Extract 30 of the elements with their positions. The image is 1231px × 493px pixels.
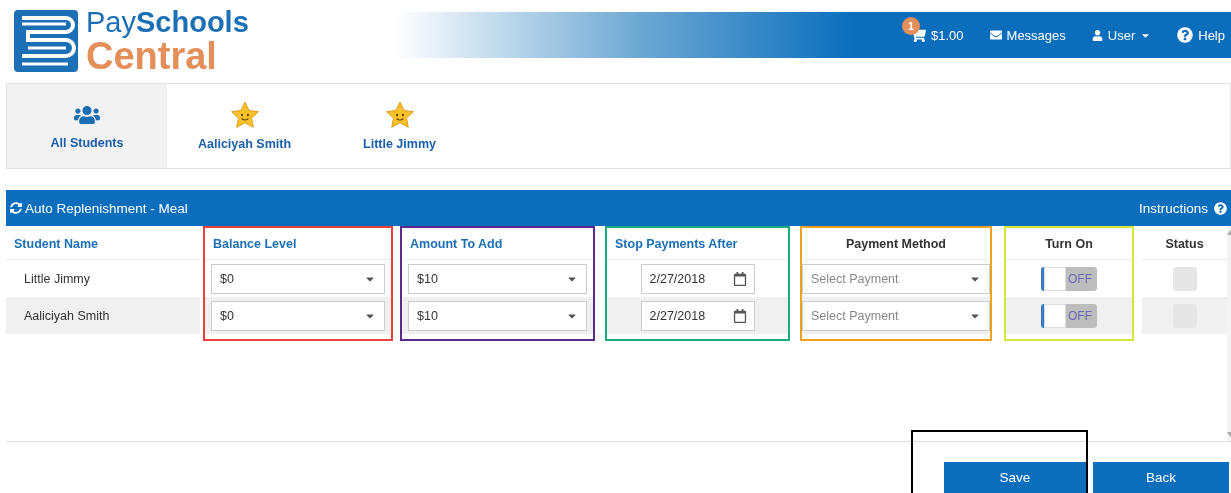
help-icon: [1177, 27, 1194, 43]
star-icon: [384, 101, 415, 129]
instructions-link[interactable]: Instructions: [1138, 200, 1227, 216]
student-tab[interactable]: All Students: [7, 84, 167, 168]
panel-title: Auto Replenishment - Meal: [25, 200, 188, 216]
date-field[interactable]: 2/27/2018: [640, 263, 755, 294]
cart-count-badge: 1: [902, 17, 920, 35]
back-button[interactable]: Back: [1093, 462, 1229, 493]
calendar-icon: [732, 308, 747, 323]
messages-link[interactable]: Messages: [989, 27, 1066, 43]
select-field[interactable]: Select Payment: [802, 263, 990, 294]
envelope-icon: [989, 29, 1002, 41]
logo-text: PaySchools Central: [86, 7, 249, 75]
student-name: Little Jimmy: [24, 271, 90, 286]
help-link[interactable]: Help: [1177, 27, 1225, 43]
refresh-icon: [10, 202, 22, 214]
select-field[interactable]: Select Payment: [802, 300, 990, 331]
select-field[interactable]: $0: [211, 263, 385, 294]
user-icon: [1091, 29, 1103, 41]
user-menu[interactable]: User: [1091, 27, 1152, 43]
help-icon: [1214, 201, 1227, 215]
select-field[interactable]: $10: [408, 300, 587, 331]
logo-mark-icon: [14, 10, 78, 72]
select-field[interactable]: $0: [211, 300, 385, 331]
calendar-icon: [732, 271, 747, 286]
date-field[interactable]: 2/27/2018: [640, 300, 755, 331]
student-name: Aaliciyah Smith: [24, 308, 110, 323]
star-icon: [229, 101, 260, 129]
select-field[interactable]: $10: [408, 263, 587, 294]
save-button[interactable]: Save: [944, 462, 1086, 493]
